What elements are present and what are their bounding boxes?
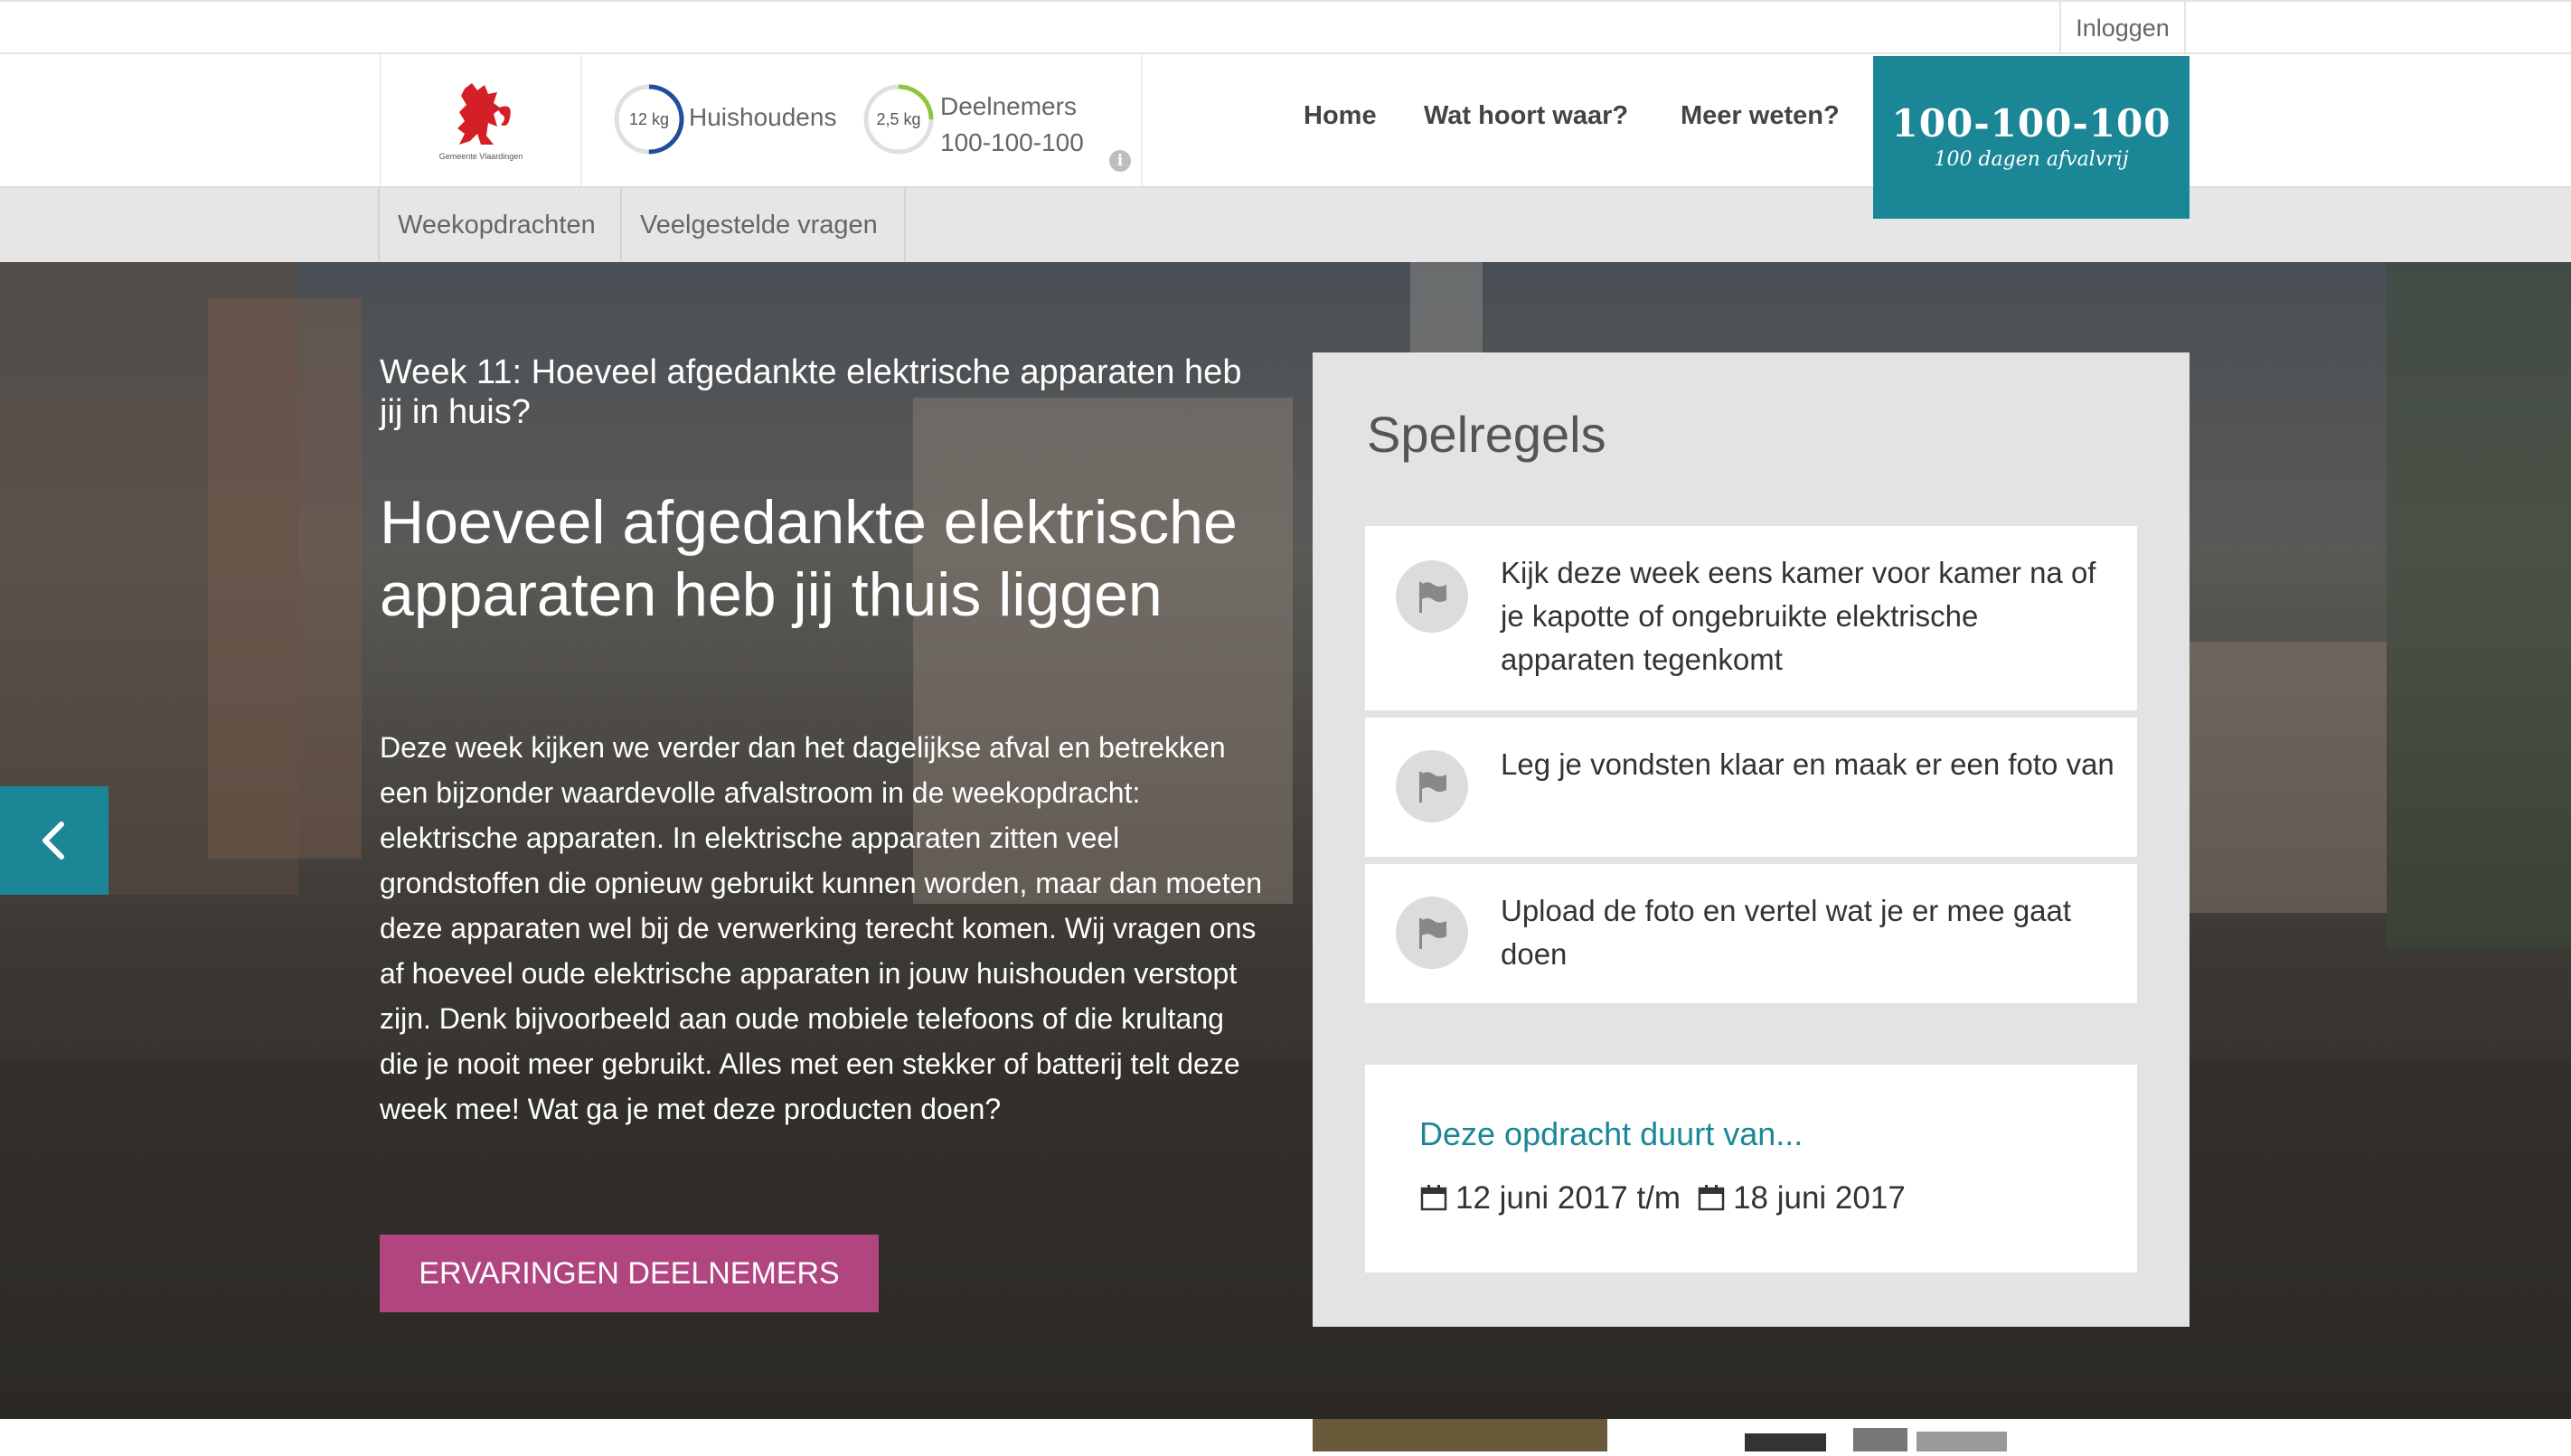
brand-subtitle: 100 dagen afvalvrij [1934,148,2129,171]
rules-panel: Spelregels Kijk deze week eens kamer voo… [1313,352,2190,1327]
previous-slide-button[interactable] [0,786,108,895]
household-weight-gauge: 12 kg [613,83,685,155]
participants-label: Deelnemers [940,92,1077,120]
logo-caption: Gemeente Vlaardingen [438,152,523,161]
stats-panel: 12 kg Huishoudens 2,5 kg Deelnemers 100-… [582,54,1143,186]
calendar-icon [1420,1185,1447,1211]
rules-title: Spelregels [1367,406,1606,463]
rule-item: Kijk deze week eens kamer voor kamer na … [1365,526,2137,710]
brand-logo[interactable]: 100-100-100 100 dagen afvalvrij [1873,56,2190,219]
participant-weight-gauge: 2,5 kg [862,83,935,155]
top-bar: Inloggen [0,0,2571,54]
photo-thumbnail[interactable] [1313,1419,1607,1451]
duration-title: Deze opdracht duurt van... [1419,1115,1803,1152]
background-building [2188,642,2387,913]
flag-icon [1396,897,1468,969]
nav-meer-weten[interactable]: Meer weten? [1681,101,1840,131]
ervaringen-deelnemers-button[interactable]: ERVARINGEN DEELNEMERS [380,1235,879,1312]
content-strip [0,1419,2571,1451]
chevron-left-icon [42,822,64,860]
municipality-logo[interactable]: Gemeente Vlaardingen [380,54,582,186]
flag-icon [1396,750,1468,822]
household-weight-value: 12 kg [628,110,670,128]
rule-text: Kijk deze week eens kamer voor kamer na … [1501,556,2096,676]
rule-text: Upload de foto en vertel wat je er mee g… [1501,894,2072,971]
duration-dates: 12 juni 2017 t/m 18 juni 2017 [1419,1180,1906,1216]
flag-icon [1396,560,1468,633]
nav-home[interactable]: Home [1304,101,1377,131]
nav-wat-hoort-waar[interactable]: Wat hoort waar? [1424,101,1628,131]
photo-thumbnail[interactable] [1736,1419,2034,1451]
end-date: 18 juni 2017 [1733,1180,1906,1216]
week-title: Week 11: Hoeveel afgedankte elektrische … [380,353,1242,431]
start-date: 12 juni 2017 t/m [1455,1180,1681,1216]
subnav-weekopdrachten[interactable]: Weekopdrachten [378,188,620,262]
households-label: Huishoudens [689,103,837,131]
participants-sub: 100-100-100 [940,128,1084,156]
challenge-description: Deze week kijken we verder dan het dagel… [380,731,1263,1125]
background-tree [2387,262,2571,949]
rule-item: Upload de foto en vertel wat je er mee g… [1365,864,2137,1003]
duration-box: Deze opdracht duurt van... 12 juni 2017 … [1365,1065,2137,1273]
background-building [208,298,362,859]
login-link[interactable]: Inloggen [2059,2,2186,54]
participant-weight-value: 2,5 kg [876,110,921,128]
subnav-veelgestelde-vragen[interactable]: Veelgestelde vragen [620,188,906,262]
calendar-icon [1698,1185,1725,1211]
rule-item: Leg je vondsten klaar en maak er een fot… [1365,718,2137,857]
brand-title: 100-100-100 [1891,101,2171,146]
challenge-heading: Hoeveel afgedankte elektrische apparaten… [380,488,1238,629]
lion-crest-icon [457,83,511,145]
rule-text: Leg je vondsten klaar en maak er een fot… [1501,747,2114,781]
hero-section: Week 11: Hoeveel afgedankte elektrische … [0,262,2571,1419]
info-icon[interactable]: i [1109,150,1131,172]
